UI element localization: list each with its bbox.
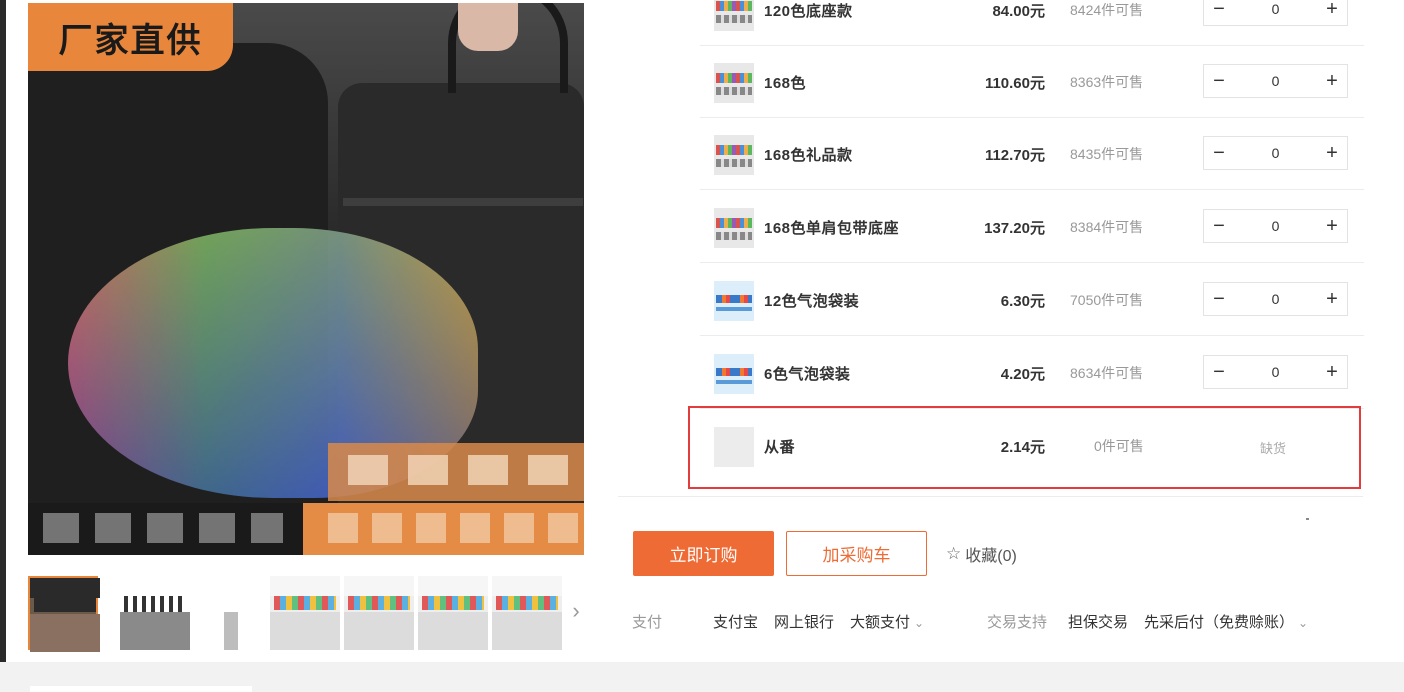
pixelated-text-left [43, 513, 283, 543]
quantity-input[interactable]: 0 [1234, 291, 1317, 307]
quantity-stepper: − 0 + [1203, 355, 1348, 389]
sku-thumbnail[interactable] [714, 208, 754, 248]
plus-icon[interactable]: + [1317, 210, 1347, 242]
sku-thumbnail[interactable] [714, 135, 754, 175]
dot-mark [1306, 518, 1309, 520]
sku-thumbnail[interactable] [714, 281, 754, 321]
trade-item-label: 先采后付（免费赊账） [1144, 614, 1295, 631]
hand-shape [458, 3, 518, 51]
sku-stock: 8363件可售 [1070, 74, 1144, 90]
minus-icon[interactable]: − [1204, 283, 1234, 315]
product-main-image[interactable]: 厂家直供 [28, 3, 584, 555]
sku-price: 110.60元 [984, 75, 1045, 92]
sku-row: 6色气泡袋装 4.20元 8634件可售 − 0 + [700, 337, 1364, 409]
payment-method: 网上银行 [774, 614, 835, 631]
chevron-down-icon: ⌄ [1298, 616, 1309, 630]
highlight-box [688, 406, 1361, 489]
bag-zipper-shape [343, 198, 583, 206]
quantity-stepper: − 0 + [1203, 136, 1348, 170]
quantity-stepper: − 0 + [1203, 209, 1348, 243]
minus-icon[interactable]: − [1204, 65, 1234, 97]
divider [618, 496, 1363, 497]
sku-name: 168色 [764, 75, 807, 92]
thumbnail[interactable] [344, 576, 414, 650]
page: 厂家直供 › 120色底座款 84.00元 8424件可售 − 0 + 168色… [0, 0, 1404, 692]
plus-icon[interactable]: + [1317, 283, 1347, 315]
buy-now-button[interactable]: 立即订购 [633, 531, 774, 576]
sku-row: 168色 110.60元 8363件可售 − 0 + [700, 46, 1364, 118]
trade-support-label: 交易支持 [987, 614, 1048, 631]
plus-icon[interactable]: + [1317, 137, 1347, 169]
add-to-cart-button[interactable]: 加采购车 [786, 531, 927, 576]
sku-name: 12色气泡袋装 [764, 293, 860, 310]
sku-row: 120色底座款 84.00元 8424件可售 − 0 + [700, 0, 1364, 46]
minus-icon[interactable]: − [1204, 210, 1234, 242]
quantity-stepper: − 0 + [1203, 282, 1348, 316]
pixelated-text-top [348, 455, 578, 485]
sku-row: 12色气泡袋装 6.30元 7050件可售 − 0 + [700, 264, 1364, 336]
quantity-input[interactable]: 0 [1234, 73, 1317, 89]
minus-icon[interactable]: − [1204, 137, 1234, 169]
chevron-down-icon: ⌄ [914, 616, 925, 630]
sku-thumbnail[interactable] [714, 0, 754, 31]
sku-row: 168色礼品款 112.70元 8435件可售 − 0 + [700, 118, 1364, 190]
thumbnail[interactable] [120, 576, 190, 650]
thumbnail[interactable] [492, 576, 562, 650]
sku-name: 120色底座款 [764, 3, 853, 20]
payment-method: 支付宝 [713, 614, 759, 631]
plus-icon[interactable]: + [1317, 356, 1347, 388]
quantity-stepper: − 0 + [1203, 64, 1348, 98]
sku-price: 6.30元 [1000, 293, 1045, 310]
sku-stock: 7050件可售 [1070, 292, 1144, 308]
thumbnail[interactable] [270, 576, 340, 650]
favorite-button[interactable]: ☆ 收藏(0) [946, 542, 1017, 566]
sku-name: 168色单肩包带底座 [764, 220, 900, 237]
quantity-input[interactable]: 0 [1234, 145, 1317, 161]
sku-name: 6色气泡袋装 [764, 366, 851, 383]
quantity-stepper: − 0 + [1203, 0, 1348, 26]
factory-direct-badge: 厂家直供 [28, 3, 233, 71]
trade-item-dropdown[interactable]: 先采后付（免费赊账） ⌄ [1144, 611, 1308, 632]
sku-stock: 8435件可售 [1070, 146, 1144, 162]
sku-price: 84.00元 [992, 3, 1045, 20]
payment-method-dropdown[interactable]: 大额支付 ⌄ [850, 611, 924, 632]
sku-price: 4.20元 [1000, 366, 1045, 383]
minus-icon[interactable]: − [1204, 0, 1234, 25]
thumbnail[interactable] [196, 576, 266, 650]
quantity-input[interactable]: 0 [1234, 218, 1317, 234]
footer-tab[interactable] [30, 686, 252, 692]
favorite-label: 收藏(0) [965, 548, 1017, 565]
sku-price: 137.20元 [984, 220, 1045, 237]
minus-icon[interactable]: − [1204, 356, 1234, 388]
thumbnail[interactable] [28, 576, 100, 652]
thumbnail-strip: › [28, 576, 584, 652]
sku-row: 168色单肩包带底座 137.20元 8384件可售 − 0 + [700, 191, 1364, 263]
chevron-right-icon[interactable]: › [568, 596, 584, 626]
star-icon: ☆ [946, 544, 962, 563]
payment-method-label: 大额支付 [850, 614, 911, 631]
sku-stock: 8384件可售 [1070, 219, 1144, 235]
plus-icon[interactable]: + [1317, 0, 1347, 25]
window-edge [0, 0, 6, 692]
quantity-input[interactable]: 0 [1234, 1, 1317, 17]
sku-price: 112.70元 [984, 147, 1045, 164]
thumbnail[interactable] [418, 576, 488, 650]
sku-name: 168色礼品款 [764, 147, 853, 164]
plus-icon[interactable]: + [1317, 65, 1347, 97]
payment-label: 支付 [632, 614, 663, 631]
pixelated-text-right [328, 513, 578, 543]
sku-stock: 8634件可售 [1070, 365, 1144, 381]
sku-stock: 8424件可售 [1070, 2, 1144, 18]
quantity-input[interactable]: 0 [1234, 364, 1317, 380]
sku-thumbnail[interactable] [714, 354, 754, 394]
sku-thumbnail[interactable] [714, 63, 754, 103]
trade-item: 担保交易 [1068, 614, 1129, 631]
